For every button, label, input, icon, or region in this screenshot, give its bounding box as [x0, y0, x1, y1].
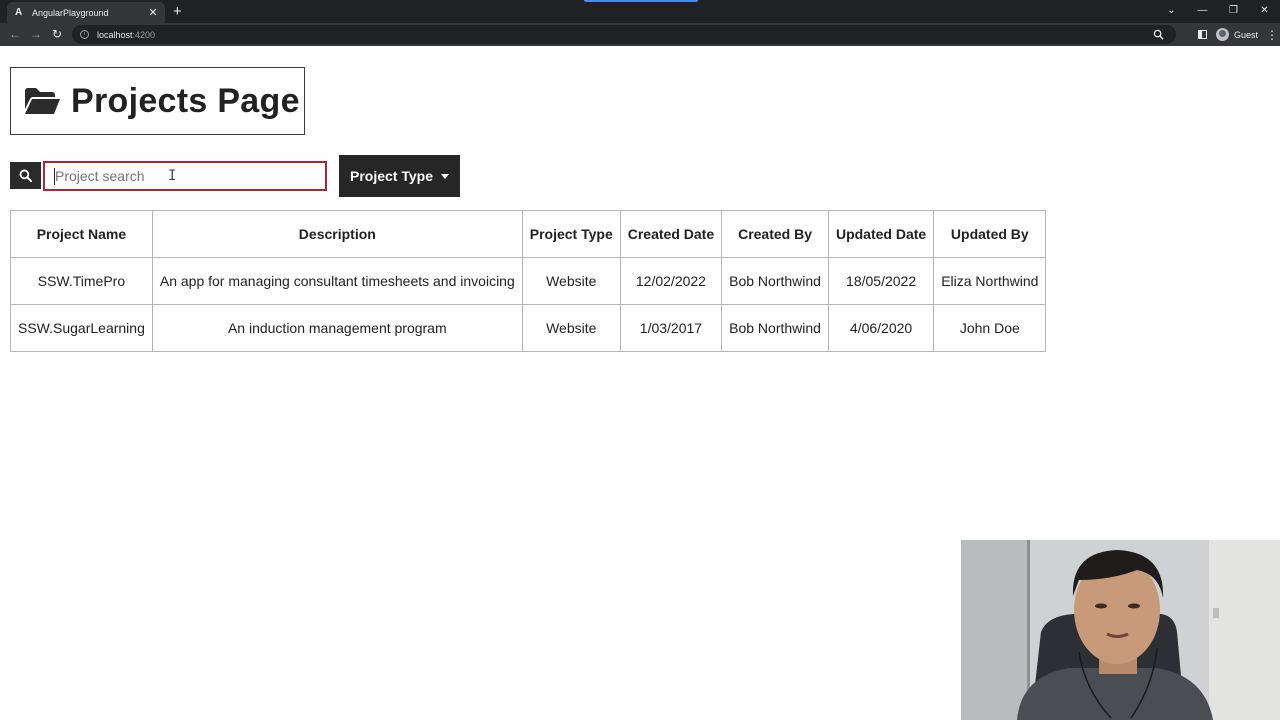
tab-title: AngularPlayground — [32, 7, 109, 18]
profile-label: Guest — [1233, 29, 1258, 40]
project-type-dropdown-button[interactable]: Project Type — [339, 155, 460, 197]
browser-toolbar: ← → ↻ i localhost :4200 Guest ⋮ — [0, 23, 1280, 46]
window-controls: ⌄ — ❐ ✕ — [1156, 0, 1280, 21]
profile-button[interactable]: Guest — [1215, 28, 1258, 41]
column-header[interactable]: Project Name — [10, 210, 153, 258]
zoom-icon[interactable] — [1153, 29, 1164, 40]
url-port: :4200 — [132, 29, 156, 40]
browser-tab-strip: A AngularPlayground ✕ + ⌄ — ❐ ✕ — [0, 0, 1280, 23]
column-header[interactable]: Updated Date — [827, 210, 935, 258]
tab-search-icon[interactable]: ⌄ — [1156, 5, 1187, 16]
table-cell: John Doe — [933, 304, 1047, 352]
window-drag-indicator — [584, 0, 698, 2]
table-cell: Bob Northwind — [721, 304, 829, 352]
project-type-label: Project Type — [350, 168, 433, 184]
projects-table: Project Name Description Project Type Cr… — [10, 210, 1047, 352]
column-header[interactable]: Created Date — [619, 210, 723, 258]
angular-favicon-icon: A — [15, 6, 23, 18]
column-header[interactable]: Project Type — [521, 210, 621, 258]
column-header[interactable]: Created By — [721, 210, 829, 258]
table-cell: 18/05/2022 — [827, 257, 935, 305]
site-info-icon[interactable]: i — [80, 30, 89, 39]
text-caret — [54, 168, 55, 185]
table-cell: An app for managing consultant timesheet… — [151, 257, 523, 305]
table-row[interactable]: SSW.SugarLearning An induction managemen… — [10, 304, 1047, 352]
project-search-input[interactable] — [43, 161, 327, 191]
table-header-row: Project Name Description Project Type Cr… — [10, 210, 1047, 258]
table-cell: 4/06/2020 — [827, 304, 935, 352]
table-cell: Bob Northwind — [721, 257, 829, 305]
new-tab-button[interactable]: + — [173, 4, 182, 19]
webcam-overlay — [961, 540, 1280, 720]
address-bar[interactable]: i localhost :4200 — [72, 25, 1176, 44]
browser-tab-angularplayground[interactable]: A AngularPlayground ✕ — [7, 2, 165, 23]
table-cell: Eliza Northwind — [933, 257, 1047, 305]
url-host: localhost — [97, 29, 133, 40]
column-header[interactable]: Description — [151, 210, 523, 258]
page-header: Projects Page — [10, 67, 305, 135]
search-button[interactable] — [10, 162, 41, 189]
reload-icon[interactable]: ↻ — [50, 27, 64, 41]
back-arrow-icon[interactable]: ← — [8, 27, 22, 41]
table-cell: 1/03/2017 — [619, 304, 723, 352]
caret-down-icon — [441, 173, 449, 179]
column-header[interactable]: Updated By — [933, 210, 1047, 258]
minimize-window-button[interactable]: — — [1187, 5, 1218, 16]
restore-window-button[interactable]: ❐ — [1218, 5, 1249, 16]
page-title: Projects Page — [71, 81, 300, 120]
search-icon — [19, 169, 32, 182]
mouse-ibeam-cursor-icon: I — [168, 168, 177, 184]
table-cell: Website — [521, 257, 621, 305]
table-cell: SSW.SugarLearning — [10, 304, 153, 352]
close-tab-icon[interactable]: ✕ — [147, 7, 159, 19]
presenter-video-image — [961, 540, 1280, 720]
table-cell: 12/02/2022 — [619, 257, 723, 305]
table-cell: SSW.TimePro — [10, 257, 153, 305]
table-cell: An induction management program — [151, 304, 523, 352]
browser-menu-icon[interactable]: ⋮ — [1264, 28, 1280, 42]
guest-avatar-icon — [1215, 28, 1229, 41]
table-row[interactable]: SSW.TimePro An app for managing consulta… — [10, 257, 1047, 305]
forward-arrow-icon[interactable]: → — [29, 27, 43, 41]
folder-open-icon — [25, 88, 60, 114]
close-window-button[interactable]: ✕ — [1249, 5, 1280, 16]
table-cell: Website — [521, 304, 621, 352]
side-panel-icon[interactable] — [1197, 30, 1207, 39]
